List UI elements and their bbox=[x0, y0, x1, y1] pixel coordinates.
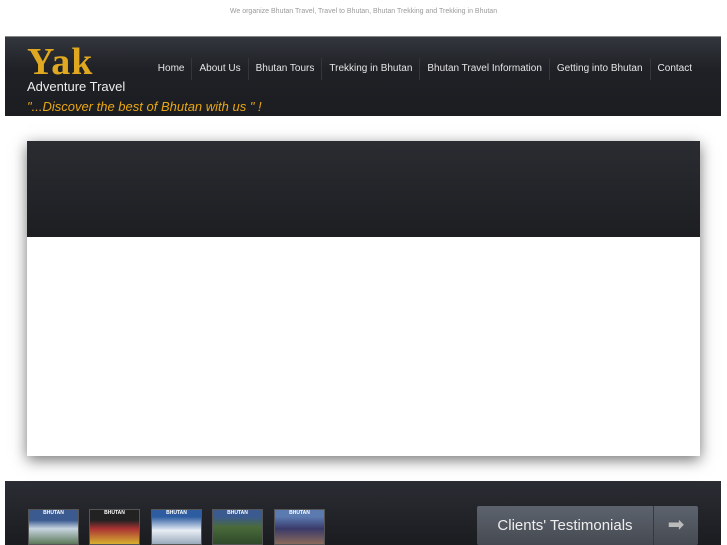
logo-name: Yak bbox=[27, 41, 94, 83]
nav-about-us[interactable]: About Us bbox=[191, 58, 247, 80]
slogan: "...Discover the best of Bhutan with us … bbox=[27, 99, 262, 114]
footer-band: BHUTAN BHUTAN BHUTAN BHUTAN BHUTAN Clien… bbox=[5, 481, 721, 545]
main-nav: Home About Us Bhutan Tours Trekking in B… bbox=[151, 58, 699, 80]
thumbnail[interactable]: BHUTAN bbox=[274, 509, 325, 545]
thumbnail-label: BHUTAN bbox=[166, 510, 187, 516]
thumbnail[interactable]: BHUTAN bbox=[212, 509, 263, 545]
thumbnail[interactable]: BHUTAN bbox=[151, 509, 202, 545]
nav-trekking[interactable]: Trekking in Bhutan bbox=[321, 58, 419, 80]
thumbnail[interactable]: BHUTAN bbox=[28, 509, 79, 545]
site-tagline: We organize Bhutan Travel, Travel to Bhu… bbox=[229, 8, 498, 15]
logo-subtitle: Adventure Travel bbox=[27, 79, 126, 94]
thumbnail-label: BHUTAN bbox=[43, 510, 64, 516]
nav-home[interactable]: Home bbox=[151, 58, 192, 80]
thumbnail-label: BHUTAN bbox=[104, 510, 125, 516]
thumbnail[interactable]: BHUTAN bbox=[89, 509, 140, 545]
thumbnail-label: BHUTAN bbox=[289, 510, 310, 516]
site-header: Yak Adventure Travel "...Discover the be… bbox=[5, 36, 721, 116]
arrow-right-icon: ➡ bbox=[667, 514, 685, 536]
testimonials-button[interactable]: Clients' Testimonials ➡ bbox=[477, 506, 698, 545]
nav-getting-into[interactable]: Getting into Bhutan bbox=[548, 58, 650, 80]
nav-bhutan-tours[interactable]: Bhutan Tours bbox=[247, 58, 322, 80]
thumbnail-label: BHUTAN bbox=[227, 510, 248, 516]
nav-contact[interactable]: Contact bbox=[649, 58, 699, 80]
nav-travel-info[interactable]: Bhutan Travel Information bbox=[419, 58, 549, 80]
testimonials-label: Clients' Testimonials bbox=[477, 506, 654, 545]
image-slider[interactable] bbox=[27, 141, 700, 456]
logo[interactable]: Yak Adventure Travel bbox=[27, 43, 125, 94]
slider-banner bbox=[27, 141, 700, 237]
